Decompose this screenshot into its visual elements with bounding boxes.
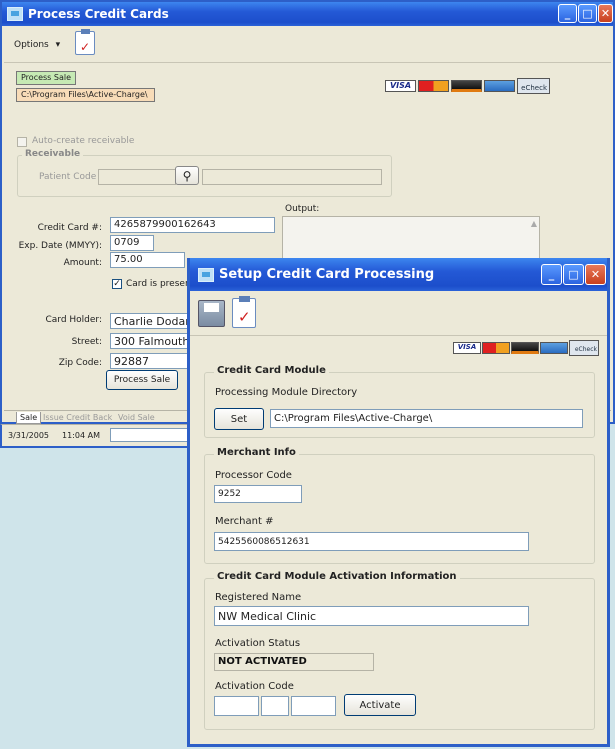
patient-code-label: Patient Code	[39, 172, 97, 182]
auto-create-checkbox[interactable]	[17, 137, 27, 147]
chevron-down-icon: ▾	[55, 40, 61, 50]
card-present-label: Card is present	[126, 279, 195, 289]
tab-void-sale[interactable]: Void Sale	[115, 412, 158, 423]
setup-maximize-button[interactable]: □	[563, 264, 584, 285]
processor-code-label: Processor Code	[215, 470, 292, 481]
activation-code-label: Activation Code	[215, 681, 294, 692]
set-button[interactable]: Set	[214, 408, 264, 430]
amount-label: Amount:	[63, 258, 102, 268]
receivable-group-title: Receivable	[22, 149, 84, 159]
activation-code-part3[interactable]	[291, 696, 336, 716]
search-icon: ⚲	[182, 168, 192, 183]
options-menu-label: Options	[14, 40, 49, 50]
status-bar: 3/31/2005 11:04 AM	[0, 424, 200, 448]
module-dir-input[interactable]: C:\Program Files\Active-Charge\	[270, 409, 583, 428]
activation-info-title: Credit Card Module Activation Informatio…	[214, 571, 460, 582]
registered-name-input[interactable]: NW Medical Clinic	[214, 606, 529, 626]
auto-create-label: Auto-create receivable	[32, 136, 135, 146]
setup-window-title: Setup Credit Card Processing	[219, 267, 435, 282]
card-holder-label: Card Holder:	[45, 315, 102, 325]
setup-minimize-button[interactable]: _	[541, 264, 562, 285]
options-menu[interactable]: Options ▾	[14, 40, 60, 50]
activation-status-value: NOT ACTIVATED	[214, 653, 374, 671]
echeck-logo: eCheck	[569, 340, 599, 356]
minimize-button[interactable]: _	[558, 4, 577, 23]
exp-date-label: Exp. Date (MMYY):	[18, 241, 102, 251]
patient-code-input[interactable]	[98, 169, 176, 185]
status-date: 3/31/2005	[8, 431, 50, 440]
mastercard-logo	[418, 80, 449, 92]
processor-code-input[interactable]: 9252	[214, 485, 302, 503]
card-holder-input[interactable]: Charlie Dodaro	[110, 313, 190, 329]
setup-card-logos: VISA eCheck	[453, 340, 599, 358]
patient-search-button[interactable]: ⚲	[175, 166, 199, 185]
merchant-info-title: Merchant Info	[214, 447, 299, 458]
tab-sale-label: Sale	[20, 413, 38, 422]
card-logos: VISA eCheck	[385, 78, 550, 96]
module-path-badge: C:\Program Files\Active-Charge\	[16, 88, 155, 102]
credit-card-label: Credit Card #:	[37, 223, 102, 233]
zip-input[interactable]: 92887	[110, 353, 190, 369]
status-time: 11:04 AM	[62, 431, 100, 440]
app-icon	[7, 7, 23, 21]
activate-button[interactable]: Activate	[344, 694, 416, 716]
clipboard-check-icon[interactable]: ✓	[75, 29, 95, 55]
credit-card-input[interactable]: 4265879900162643	[110, 217, 275, 233]
process-sale-button[interactable]: Process Sale	[106, 370, 178, 390]
visa-logo: VISA	[385, 80, 416, 92]
activation-status-label: Activation Status	[215, 638, 301, 649]
zip-label: Zip Code:	[58, 358, 102, 368]
maximize-button[interactable]: □	[578, 4, 597, 23]
merchant-number-label: Merchant #	[215, 516, 274, 527]
setup-credit-card-window: Setup Credit Card Processing _ □ ✕ ✓ VIS…	[187, 258, 610, 747]
save-icon[interactable]	[198, 300, 225, 327]
discover-logo	[451, 80, 482, 92]
activation-code-part1[interactable]	[214, 696, 259, 716]
tab-issue-credit-back-label: Issue Credit Back	[43, 413, 113, 422]
setup-app-icon	[198, 267, 214, 282]
setup-close-button[interactable]: ✕	[585, 264, 606, 285]
clipboard-check-icon[interactable]: ✓	[232, 296, 256, 328]
status-field	[110, 428, 196, 442]
main-window-title: Process Credit Cards	[28, 7, 169, 21]
visa-logo: VISA	[453, 342, 481, 354]
close-button[interactable]: ✕	[598, 4, 613, 23]
card-present-checkbox[interactable]: ✓	[112, 279, 122, 289]
main-title-bar[interactable]: Process Credit Cards _ □ ✕	[2, 2, 613, 26]
credit-card-module-title: Credit Card Module	[214, 365, 329, 376]
echeck-logo: eCheck	[517, 78, 550, 94]
street-input[interactable]: 300 Falmouth S	[110, 333, 190, 349]
amex-logo	[484, 80, 515, 92]
exp-date-input[interactable]: 0709	[110, 235, 154, 251]
discover-logo	[511, 342, 539, 354]
merchant-number-input[interactable]: 5425560086512631	[214, 532, 529, 551]
registered-name-label: Registered Name	[215, 592, 302, 603]
street-label: Street:	[71, 337, 102, 347]
scroll-up-icon[interactable]: ▲	[531, 219, 537, 228]
setup-title-bar[interactable]: Setup Credit Card Processing _ □ ✕	[190, 258, 607, 291]
tab-sale[interactable]: Sale	[16, 412, 42, 424]
amount-input[interactable]: 75.00	[110, 252, 185, 268]
setup-toolbar-divider	[190, 335, 607, 336]
module-dir-label: Processing Module Directory	[215, 387, 358, 398]
activation-code-part2[interactable]	[261, 696, 289, 716]
amex-logo	[540, 342, 568, 354]
output-label: Output:	[285, 204, 320, 214]
process-sale-badge: Process Sale	[16, 71, 77, 85]
tab-void-sale-label: Void Sale	[118, 413, 155, 422]
mastercard-logo	[482, 342, 510, 354]
toolbar-divider	[4, 62, 611, 63]
patient-name-display	[202, 169, 382, 185]
tab-issue-credit-back[interactable]: Issue Credit Back	[40, 412, 115, 423]
